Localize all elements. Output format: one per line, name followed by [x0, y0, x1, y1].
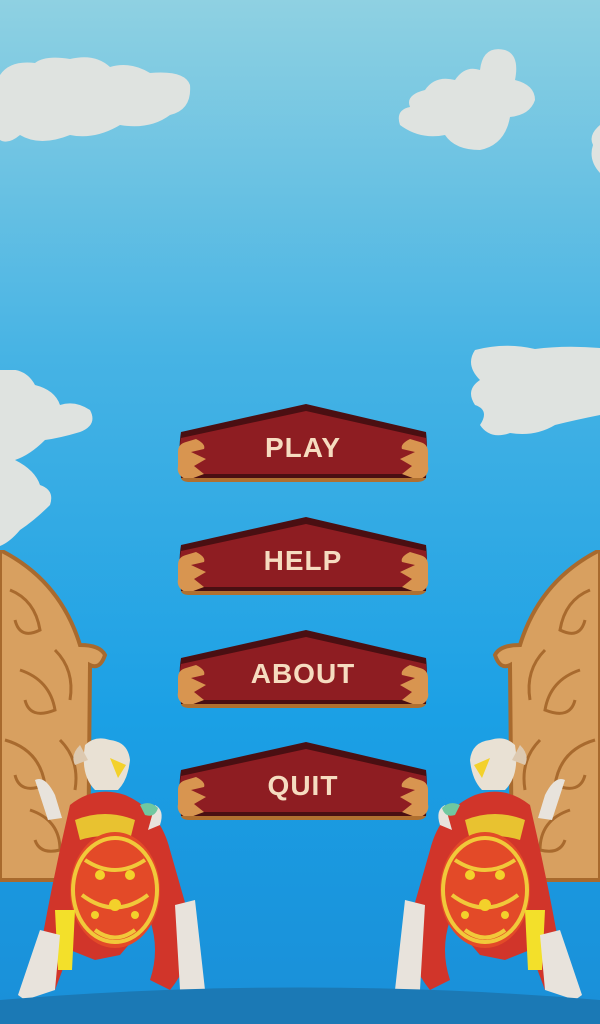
cloud-top-right [398, 49, 535, 150]
quit-button[interactable]: QUIT [176, 742, 430, 820]
game-scene: PLAY HELP ABOUT QUIT [0, 0, 600, 1024]
help-button-label: HELP [263, 545, 343, 576]
ground-strip [0, 987, 600, 1024]
cloud-edge-right [591, 125, 600, 173]
cloud-mid-left [0, 370, 93, 546]
about-button-label: ABOUT [250, 658, 356, 689]
quit-button-label: QUIT [267, 770, 339, 801]
help-button[interactable]: HELP [176, 517, 430, 595]
play-button[interactable]: PLAY [176, 404, 430, 482]
cloud-mid-right [471, 345, 600, 436]
about-button[interactable]: ABOUT [176, 630, 430, 708]
cloud-top-left [0, 57, 191, 142]
play-button-label: PLAY [264, 432, 342, 463]
